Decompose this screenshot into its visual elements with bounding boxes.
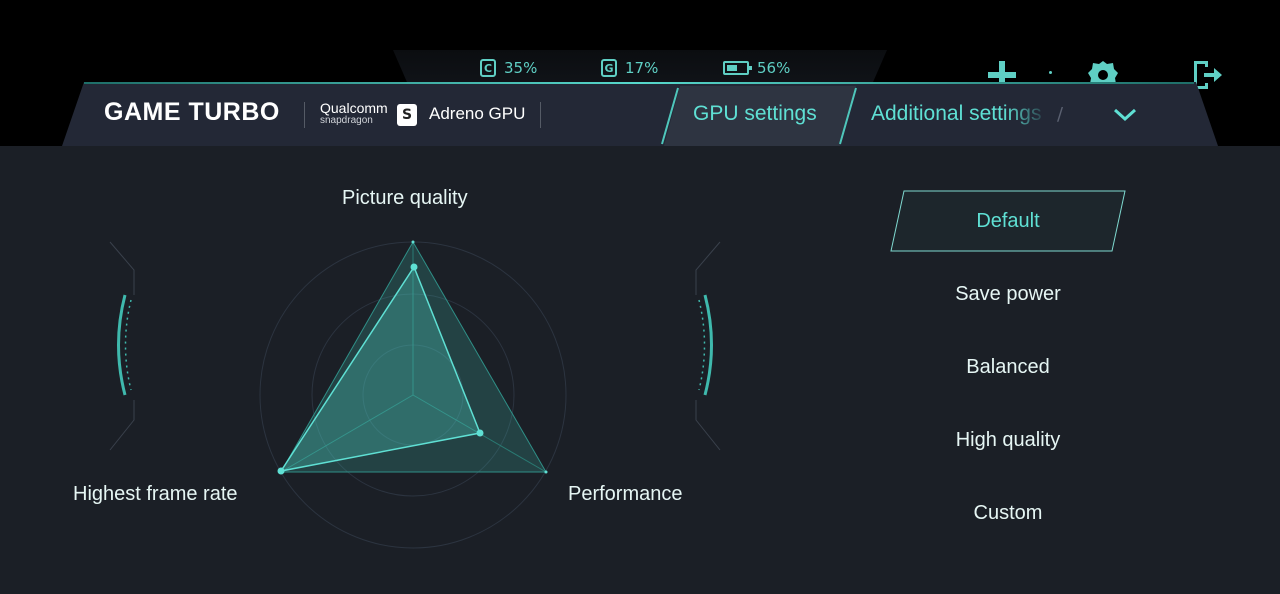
tab-additional-settings[interactable]: Additional settings (871, 102, 1049, 126)
qualcomm-logo: Qualcomm snapdragon (320, 101, 388, 126)
gpu-usage-value: 17% (625, 59, 659, 77)
radar-point-picture-quality (410, 263, 418, 271)
gpu-icon: G (601, 59, 617, 77)
snapdragon-icon: S (397, 104, 417, 126)
axis-label-performance: Performance (568, 483, 683, 505)
header-divider (304, 102, 305, 128)
cpu-usage: C 35% (480, 57, 537, 79)
tab-divider: / (1057, 104, 1064, 125)
preset-balanced[interactable]: Balanced (890, 348, 1126, 386)
gpu-usage: G 17% (601, 57, 658, 79)
radar-point-frame-rate (277, 467, 285, 475)
left-decoration (109, 241, 135, 451)
right-decoration (695, 241, 721, 451)
header-accent-line (84, 82, 1194, 84)
header-divider (540, 102, 541, 128)
qualcomm-logo-line2: snapdragon (320, 115, 373, 126)
separator-dot (1049, 71, 1052, 74)
chevron-down-icon[interactable] (1112, 106, 1138, 124)
radar-vertex-top (411, 240, 415, 244)
app-title: GAME TURBO (104, 98, 280, 126)
preset-default[interactable]: Default (890, 202, 1126, 240)
preset-save-power[interactable]: Save power (890, 275, 1126, 313)
axis-label-highest-frame-rate: Highest frame rate (73, 483, 238, 505)
qualcomm-logo-line1: Qualcomm (320, 100, 388, 116)
gpu-brand-label: Adreno GPU (429, 104, 526, 123)
radar-vertex-right (544, 470, 548, 474)
tab-gpu-settings[interactable]: GPU settings (693, 102, 817, 126)
preset-custom[interactable]: Custom (890, 494, 1126, 532)
cpu-icon: C (480, 59, 496, 77)
cpu-usage-value: 35% (504, 59, 538, 77)
radar-point-performance (476, 429, 484, 437)
battery-level: 56% (723, 57, 790, 79)
battery-icon (723, 61, 752, 75)
gpu-radar-chart (259, 240, 567, 549)
battery-level-value: 56% (757, 59, 791, 77)
preset-high-quality[interactable]: High quality (890, 421, 1126, 459)
axis-label-picture-quality: Picture quality (342, 187, 468, 209)
